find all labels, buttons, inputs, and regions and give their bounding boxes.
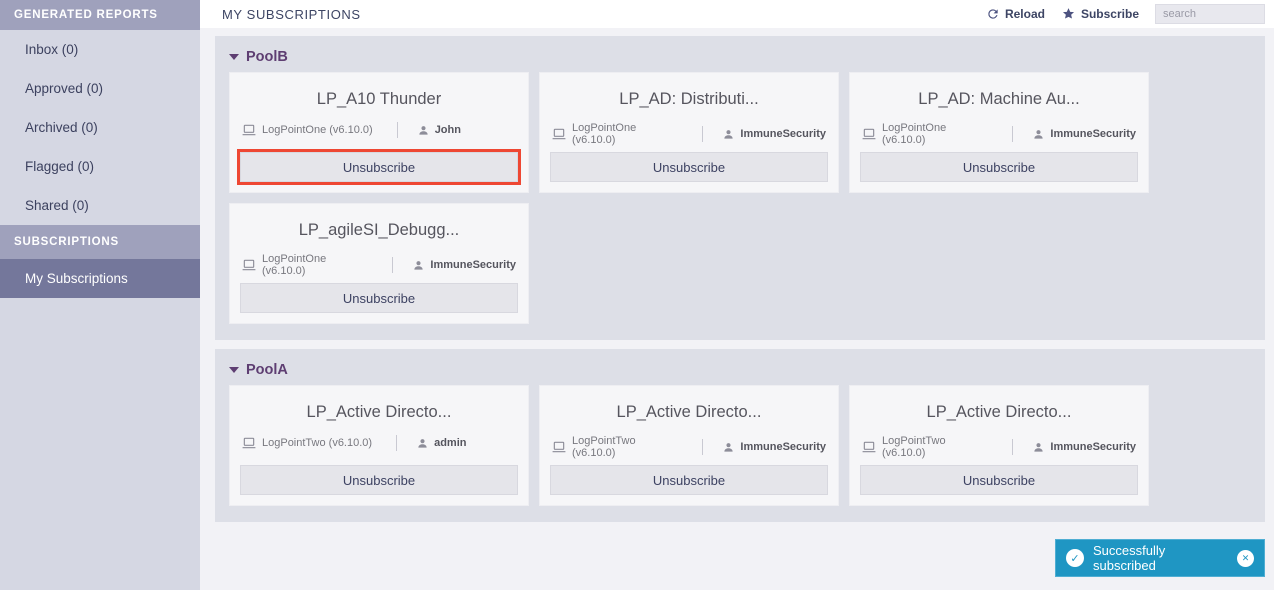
unsubscribe-button[interactable]: Unsubscribe bbox=[550, 465, 828, 495]
pool-header-poolb[interactable]: PoolB bbox=[229, 45, 1251, 69]
logpoint-name: LogPointTwo (v6.10.0) bbox=[262, 437, 372, 449]
card-meta: LogPointTwo (v6.10.0) admin bbox=[242, 435, 516, 451]
laptop-icon bbox=[242, 124, 256, 136]
sidebar-item-my-subscriptions[interactable]: My Subscriptions bbox=[0, 259, 200, 298]
subscribe-button[interactable]: Subscribe bbox=[1061, 7, 1139, 21]
subscription-card: LP_Active Directo... LogPointTwo (v6.10.… bbox=[539, 385, 839, 506]
unsubscribe-button[interactable]: Unsubscribe bbox=[860, 152, 1138, 182]
subscription-card: LP_agileSI_Debugg... LogPointOne (v6.10.… bbox=[229, 203, 529, 324]
collapse-arrow-icon bbox=[229, 54, 239, 60]
card-grid-poola: LP_Active Directo... LogPointTwo (v6.10.… bbox=[229, 385, 1251, 506]
report-title: LP_AD: Machine Au... bbox=[850, 90, 1148, 109]
subscription-card: LP_Active Directo... LogPointTwo (v6.10.… bbox=[849, 385, 1149, 506]
subscription-card: LP_Active Directo... LogPointTwo (v6.10.… bbox=[229, 385, 529, 506]
logpoint-name: LogPointOne (v6.10.0) bbox=[572, 122, 678, 146]
topbar: MY SUBSCRIPTIONS Reload Subscribe bbox=[200, 0, 1274, 28]
topbar-actions: Reload Subscribe bbox=[986, 4, 1265, 24]
logpoint-name: LogPointTwo (v6.10.0) bbox=[572, 435, 678, 459]
pool-header-poola[interactable]: PoolA bbox=[229, 358, 1251, 382]
collapse-arrow-icon bbox=[229, 367, 239, 373]
owner-name: ImmuneSecurity bbox=[430, 259, 516, 271]
card-meta: LogPointOne (v6.10.0) ImmuneSecurity bbox=[242, 253, 516, 277]
subscribe-star-icon bbox=[1061, 7, 1076, 21]
card-grid-poolb: LP_A10 Thunder LogPointOne (v6.10.0) Joh… bbox=[229, 72, 1251, 324]
user-icon bbox=[1033, 129, 1044, 140]
sidebar-header-subscriptions: SUBSCRIPTIONS bbox=[0, 225, 200, 259]
reload-button[interactable]: Reload bbox=[986, 7, 1045, 21]
card-meta: LogPointTwo (v6.10.0) ImmuneSecurity bbox=[552, 435, 826, 459]
subscription-card: LP_AD: Distributi... LogPointOne (v6.10.… bbox=[539, 72, 839, 193]
subscribe-label: Subscribe bbox=[1081, 7, 1139, 21]
meta-divider bbox=[702, 439, 703, 455]
toast-notification: ✓ Successfully subscribed ✕ bbox=[1055, 539, 1265, 577]
owner-name: ImmuneSecurity bbox=[1050, 441, 1136, 453]
laptop-icon bbox=[552, 128, 566, 140]
user-icon bbox=[723, 442, 734, 453]
reload-icon bbox=[986, 7, 1000, 21]
card-meta: LogPointOne (v6.10.0) ImmuneSecurity bbox=[862, 122, 1136, 146]
page-title: MY SUBSCRIPTIONS bbox=[222, 7, 361, 22]
unsubscribe-button[interactable]: Unsubscribe bbox=[860, 465, 1138, 495]
owner-name: ImmuneSecurity bbox=[740, 128, 826, 140]
pool-section-poolb: PoolB LP_A10 Thunder LogPointOne (v6.10.… bbox=[215, 36, 1265, 340]
sidebar-item-archived[interactable]: Archived (0) bbox=[0, 108, 200, 147]
laptop-icon bbox=[242, 259, 256, 271]
meta-divider bbox=[396, 435, 397, 451]
meta-divider bbox=[397, 122, 398, 138]
reload-label: Reload bbox=[1005, 7, 1045, 21]
toast-message: Successfully subscribed bbox=[1093, 543, 1228, 573]
card-meta: LogPointTwo (v6.10.0) ImmuneSecurity bbox=[862, 435, 1136, 459]
user-icon bbox=[723, 129, 734, 140]
owner-name: John bbox=[435, 124, 461, 136]
close-icon[interactable]: ✕ bbox=[1237, 550, 1254, 567]
meta-divider bbox=[1012, 439, 1013, 455]
meta-divider bbox=[1012, 126, 1013, 142]
logpoint-name: LogPointOne (v6.10.0) bbox=[882, 122, 988, 146]
user-icon bbox=[1033, 442, 1044, 453]
check-circle-icon: ✓ bbox=[1066, 549, 1084, 567]
pool-name: PoolB bbox=[246, 49, 288, 65]
sidebar: GENERATED REPORTS Inbox (0) Approved (0)… bbox=[0, 0, 200, 590]
sidebar-item-shared[interactable]: Shared (0) bbox=[0, 186, 200, 225]
search-input[interactable] bbox=[1155, 4, 1265, 24]
card-meta: LogPointOne (v6.10.0) John bbox=[242, 122, 516, 138]
laptop-icon bbox=[552, 441, 566, 453]
meta-divider bbox=[702, 126, 703, 142]
unsubscribe-button[interactable]: Unsubscribe bbox=[240, 465, 518, 495]
laptop-icon bbox=[862, 441, 876, 453]
report-title: LP_Active Directo... bbox=[540, 403, 838, 422]
sidebar-item-flagged[interactable]: Flagged (0) bbox=[0, 147, 200, 186]
report-title: LP_Active Directo... bbox=[850, 403, 1148, 422]
subscription-card: LP_AD: Machine Au... LogPointOne (v6.10.… bbox=[849, 72, 1149, 193]
owner-name: ImmuneSecurity bbox=[740, 441, 826, 453]
logpoint-name: LogPointOne (v6.10.0) bbox=[262, 124, 373, 136]
card-meta: LogPointOne (v6.10.0) ImmuneSecurity bbox=[552, 122, 826, 146]
user-icon bbox=[413, 260, 424, 271]
report-title: LP_AD: Distributi... bbox=[540, 90, 838, 109]
user-icon bbox=[418, 125, 429, 136]
unsubscribe-button[interactable]: Unsubscribe bbox=[240, 152, 518, 182]
laptop-icon bbox=[242, 437, 256, 449]
sidebar-header-generated-reports: GENERATED REPORTS bbox=[0, 0, 200, 30]
report-title: LP_A10 Thunder bbox=[230, 90, 528, 109]
subscription-card: LP_A10 Thunder LogPointOne (v6.10.0) Joh… bbox=[229, 72, 529, 193]
report-title: LP_Active Directo... bbox=[230, 403, 528, 422]
subscriptions-content: PoolB LP_A10 Thunder LogPointOne (v6.10.… bbox=[200, 28, 1274, 590]
meta-divider bbox=[392, 257, 393, 273]
logpoint-name: LogPointOne (v6.10.0) bbox=[262, 253, 368, 277]
pool-name: PoolA bbox=[246, 362, 288, 378]
unsubscribe-button[interactable]: Unsubscribe bbox=[240, 283, 518, 313]
logpoint-name: LogPointTwo (v6.10.0) bbox=[882, 435, 988, 459]
pool-section-poola: PoolA LP_Active Directo... LogPointTwo (… bbox=[215, 349, 1265, 522]
sidebar-item-inbox[interactable]: Inbox (0) bbox=[0, 30, 200, 69]
sidebar-item-approved[interactable]: Approved (0) bbox=[0, 69, 200, 108]
owner-name: admin bbox=[434, 437, 466, 449]
unsubscribe-button[interactable]: Unsubscribe bbox=[550, 152, 828, 182]
laptop-icon bbox=[862, 128, 876, 140]
owner-name: ImmuneSecurity bbox=[1050, 128, 1136, 140]
report-title: LP_agileSI_Debugg... bbox=[230, 221, 528, 240]
user-icon bbox=[417, 438, 428, 449]
